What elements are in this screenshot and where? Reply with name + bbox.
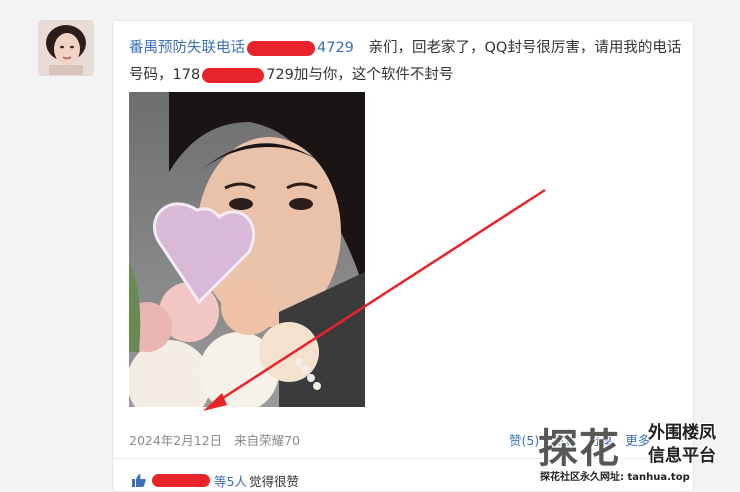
likes-suffix: 觉得很赞 xyxy=(248,474,299,489)
avatar-photo xyxy=(39,21,93,75)
post-photo[interactable] xyxy=(129,92,365,407)
post-date: 2024年2月12日 xyxy=(129,433,223,448)
redaction-mark xyxy=(247,40,315,56)
post-text-line1: 亲们，回老家了，QQ封号很厉害，请用我的电话 xyxy=(368,40,682,56)
reply-button[interactable]: 回复 xyxy=(551,433,576,448)
thumbs-up-icon xyxy=(132,474,146,487)
author-name-link[interactable]: 番禺预防失联电话 4729 xyxy=(129,40,354,56)
author-name-start: 番禺预防失联电话 xyxy=(129,40,245,56)
post-text: 番禺预防失联电话 4729 亲们，回老家了，QQ封号很厉害，请用我的电话 号码，1… xyxy=(129,35,689,89)
post-text-line2-end: 729加与你，这个软件不封号 xyxy=(266,67,454,83)
divider xyxy=(113,458,691,459)
author-name-end: 4729 xyxy=(317,40,354,56)
redaction-mark xyxy=(152,474,210,487)
like-button[interactable]: 赞(5) xyxy=(509,433,539,448)
redaction-mark xyxy=(202,67,265,83)
more-button[interactable]: 更多 xyxy=(625,433,650,448)
likes-count-link[interactable]: 等5人 xyxy=(214,471,247,490)
author-avatar[interactable] xyxy=(38,20,94,76)
post-source: 来自荣耀70 xyxy=(234,433,301,448)
share-button[interactable]: 分享 xyxy=(588,433,613,448)
post-actions: 赞(5) 回复 分享 更多 xyxy=(509,430,650,449)
post-meta: 2024年2月12日 来自荣耀70 xyxy=(129,430,300,449)
post-text-line2-start: 号码，178 xyxy=(129,67,201,83)
likes-bar: 等5人 觉得很赞 xyxy=(132,471,299,490)
photo-image xyxy=(129,92,365,407)
